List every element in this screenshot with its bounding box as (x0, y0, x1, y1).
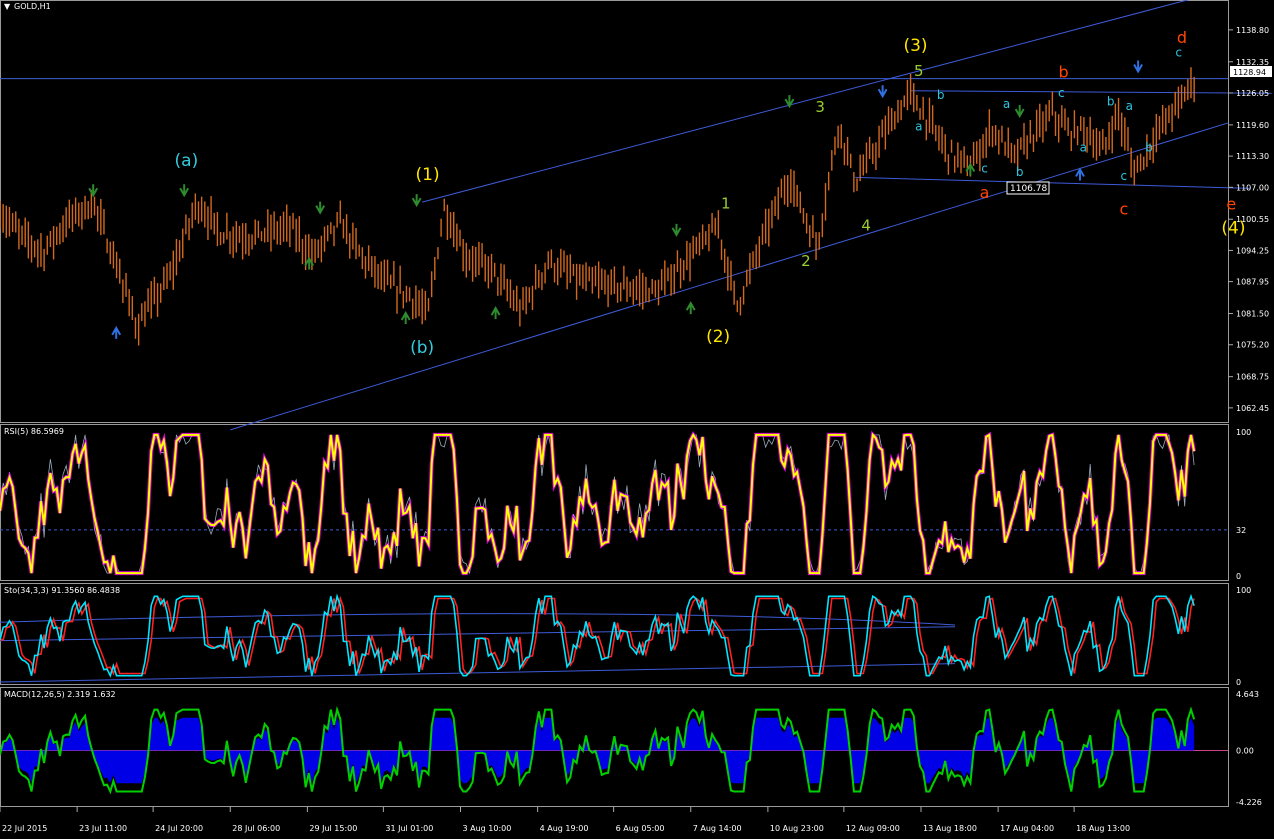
macd-tick-label: 0.00 (1236, 747, 1254, 756)
time-tick-label: 28 Jul 06:00 (232, 824, 280, 833)
wave-label: a (1003, 97, 1010, 111)
wave-label: a (980, 183, 990, 202)
macd-tick-label: -4.226 (1236, 798, 1262, 807)
price-tick-label: 1062.45 (1236, 404, 1269, 413)
wave-label: e (1226, 195, 1236, 214)
time-tick-label: 31 Jul 01:00 (385, 824, 433, 833)
wave-label: b (1145, 141, 1153, 155)
wave-label: c (1119, 200, 1128, 219)
wave-label: a (1080, 141, 1087, 155)
time-tick-label: 3 Aug 10:00 (463, 824, 512, 833)
price-tick-label: 1126.05 (1236, 89, 1269, 98)
wave-label: 5 (914, 62, 924, 80)
stoch-tick-label: 100 (1236, 586, 1251, 595)
chart-background (0, 0, 1274, 839)
wave-label: 1 (721, 195, 731, 213)
price-tick-label: 1087.95 (1236, 278, 1269, 287)
time-tick-label: 6 Aug 05:00 (616, 824, 665, 833)
wave-label: 2 (801, 252, 811, 270)
wave-label: c (1121, 169, 1128, 183)
price-tick-label: 1132.35 (1236, 58, 1269, 67)
rsi-tick-label: 100 (1236, 428, 1251, 437)
chart-title: GOLD,H1 (14, 2, 51, 11)
chart-title-arrow: ▼ (4, 2, 11, 11)
price-tick-label: 1113.30 (1236, 152, 1269, 161)
wave-label: b (1058, 62, 1068, 81)
price-tick-label: 1107.00 (1236, 183, 1269, 192)
wave-label: b (937, 88, 945, 102)
time-tick-label: 4 Aug 19:00 (540, 824, 589, 833)
rsi-header: RSI(5) 86.5969 (4, 427, 64, 436)
wave-label: (2) (706, 327, 730, 347)
wave-label: d (1177, 28, 1187, 47)
wave-label: a (1126, 99, 1133, 113)
time-tick-label: 13 Aug 18:00 (923, 824, 977, 833)
price-tick-label: 1081.50 (1236, 310, 1269, 319)
wave-label: (1) (416, 165, 440, 185)
time-tick-label: 12 Aug 09:00 (846, 824, 900, 833)
wave-label: 3 (815, 98, 825, 116)
price-tick-label: 1075.20 (1236, 341, 1269, 350)
wave-label: c (1058, 86, 1065, 100)
time-tick-label: 23 Jul 11:00 (79, 824, 127, 833)
trading-chart[interactable]: (a)(b)(1)(2)(3)(4)12345abcdebac bacab abcc… (0, 0, 1274, 839)
wave-label: c (981, 161, 988, 175)
wave-label: (3) (903, 36, 927, 56)
time-tick-label: 22 Jul 2015 (2, 824, 47, 833)
price-tick-label: 1138.80 (1236, 26, 1269, 35)
time-tick-label: 29 Jul 15:00 (309, 824, 357, 833)
price-tick-label: 1094.25 (1236, 246, 1269, 255)
stoch-tick-label: 0 (1236, 678, 1241, 687)
wave-label: c (1175, 46, 1182, 60)
level-tag: 1106.78 (1010, 184, 1047, 194)
wave-label: (b) (410, 338, 434, 358)
macd-tick-label: 4.643 (1236, 690, 1259, 699)
wave-label: 4 (861, 216, 871, 234)
time-tick-label: 10 Aug 23:00 (770, 824, 824, 833)
rsi-tick-label: 0 (1236, 572, 1241, 581)
price-tick-label: 1119.60 (1236, 121, 1269, 130)
wave-label: (a) (175, 151, 199, 171)
stoch-header: Sto(34,3,3) 91.3560 86.4838 (4, 586, 120, 595)
time-tick-label: 24 Jul 20:00 (155, 824, 203, 833)
wave-label: b (1107, 95, 1115, 109)
current-price-tag: 1128.94 (1233, 68, 1266, 77)
price-tick-label: 1068.75 (1236, 373, 1269, 382)
time-tick-label: 7 Aug 14:00 (693, 824, 742, 833)
time-tick-label: 18 Aug 13:00 (1076, 824, 1130, 833)
time-tick-label: 17 Aug 04:00 (1000, 824, 1054, 833)
price-tick-label: 1100.55 (1236, 215, 1269, 224)
macd-header: MACD(12,26,5) 2.319 1.632 (4, 690, 116, 699)
rsi-tick-label: 32 (1236, 526, 1246, 535)
wave-label: b (1016, 165, 1024, 179)
wave-label: a (915, 119, 922, 133)
